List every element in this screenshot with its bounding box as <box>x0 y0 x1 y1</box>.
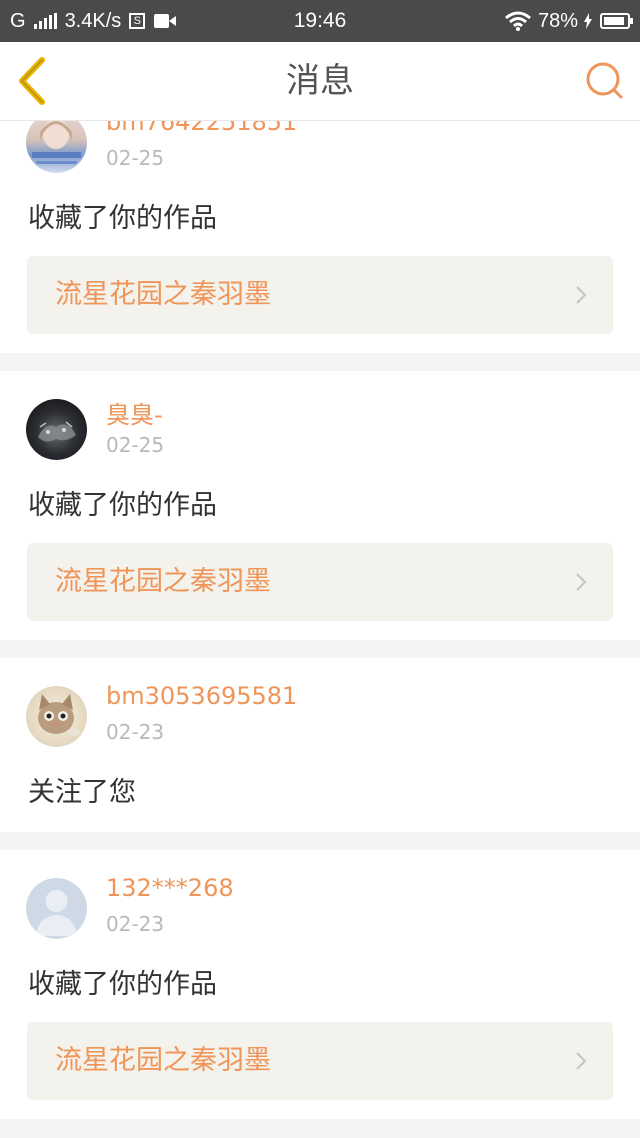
work-title: 流星花园之秦羽墨 <box>55 1045 271 1076</box>
message-list[interactable]: bm7642251851 02-25 收藏了你的作品 流星花园之秦羽墨 臭臭- <box>0 121 640 1138</box>
message-card: bm3053695581 02-23 关注了您 <box>0 658 640 832</box>
message-card: 臭臭- 02-25 收藏了你的作品 流星花园之秦羽墨 <box>0 371 640 640</box>
message-date: 02-23 <box>106 912 165 936</box>
avatar[interactable] <box>26 399 87 460</box>
message-action: 收藏了你的作品 <box>28 490 217 521</box>
avatar-photo-girl <box>32 121 81 164</box>
status-right: 78% <box>504 0 633 42</box>
work-title: 流星花园之秦羽墨 <box>55 566 271 597</box>
message-card: bm7642251851 02-25 收藏了你的作品 流星花园之秦羽墨 <box>0 121 640 353</box>
status-bar: G 3.4K/s S 19:46 78% <box>0 0 640 42</box>
header-bar: 消息 <box>0 42 640 121</box>
search-button[interactable] <box>584 60 626 102</box>
charging-icon <box>584 13 592 29</box>
message-date: 02-25 <box>106 433 165 457</box>
avatar-photo-cat <box>38 694 80 736</box>
page-title: 消息 <box>286 61 354 101</box>
work-link[interactable]: 流星花园之秦羽墨 <box>27 1022 613 1100</box>
chevron-right-icon <box>576 573 587 591</box>
avatar-photo-dark <box>38 421 76 442</box>
message-card: 132***268 02-23 收藏了你的作品 流星花园之秦羽墨 <box>0 850 640 1119</box>
avatar[interactable] <box>26 878 87 939</box>
username[interactable]: bm3053695581 <box>106 682 297 710</box>
message-action: 收藏了你的作品 <box>28 969 217 1000</box>
work-title: 流星花园之秦羽墨 <box>55 279 271 310</box>
work-link[interactable]: 流星花园之秦羽墨 <box>27 543 613 621</box>
avatar[interactable] <box>26 121 87 173</box>
avatar-default-person <box>36 890 77 936</box>
username[interactable]: 132***268 <box>106 874 234 902</box>
chevron-right-icon <box>576 286 587 304</box>
search-icon <box>586 62 623 99</box>
message-date: 02-23 <box>106 720 165 744</box>
battery-percent: 78% <box>537 9 578 32</box>
username[interactable]: bm7642251851 <box>106 121 297 136</box>
chevron-right-icon <box>576 1052 587 1070</box>
work-link[interactable]: 流星花园之秦羽墨 <box>27 256 613 334</box>
wifi-icon <box>505 11 531 31</box>
message-date: 02-25 <box>106 146 165 170</box>
message-action: 收藏了你的作品 <box>28 203 217 234</box>
username[interactable]: 臭臭- <box>106 395 163 430</box>
avatar[interactable] <box>26 686 87 747</box>
message-action: 关注了您 <box>28 777 136 808</box>
battery-icon <box>600 13 633 29</box>
